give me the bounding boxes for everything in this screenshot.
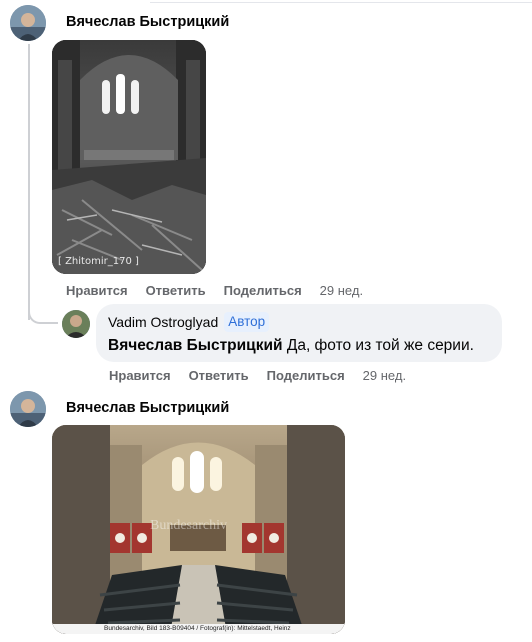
reply-connector [28, 298, 58, 324]
timestamp[interactable]: 29 нед. [363, 368, 406, 383]
comment-photo[interactable]: Bundesarchiv Bundesarchiv, Bild 183-B094… [52, 425, 345, 634]
author-badge: Автор [224, 312, 270, 332]
reply-actions: Нравится Ответить Поделиться 29 нед. [109, 368, 406, 383]
comment-author[interactable]: Вячеслав Быстрицкий [66, 14, 229, 30]
reply-bubble: Vadim Ostroglyad Автор Вячеслав Быстрицк… [96, 304, 502, 362]
reply-text-line: Вячеслав Быстрицкий Да, фото из той же с… [108, 337, 474, 355]
reply-text: Да, фото из той же серии. [282, 337, 474, 354]
photo-caption: Bundesarchiv, Bild 183-B09404 / Fotograf… [104, 625, 291, 632]
timestamp[interactable]: 29 нед. [320, 283, 363, 298]
photo-caption: [ Zhitomir_170 ] [58, 256, 139, 267]
top-divider [150, 2, 532, 3]
watermark: Bundesarchiv [150, 518, 227, 533]
mention-link[interactable]: Вячеслав Быстрицкий [108, 337, 283, 354]
reply-link[interactable]: Ответить [146, 283, 206, 298]
reply-link[interactable]: Ответить [189, 368, 249, 383]
avatar[interactable] [10, 5, 46, 41]
comment-author[interactable]: Вячеслав Быстрицкий [66, 400, 229, 416]
reply-avatar[interactable] [62, 310, 90, 338]
user-photo-icon [10, 5, 46, 41]
ruined-church-photo [52, 40, 206, 274]
share-link[interactable]: Поделиться [267, 368, 345, 383]
user-photo-icon [10, 391, 46, 427]
avatar[interactable] [10, 391, 46, 427]
user-photo-icon [62, 310, 90, 338]
thread-line [28, 44, 52, 320]
reply-author[interactable]: Vadim Ostroglyad [108, 314, 218, 330]
comment-actions: Нравится Ответить Поделиться 29 нед. [66, 283, 363, 298]
share-link[interactable]: Поделиться [224, 283, 302, 298]
like-link[interactable]: Нравится [66, 283, 128, 298]
comment-photo[interactable]: [ Zhitomir_170 ] [52, 40, 206, 274]
like-link[interactable]: Нравится [109, 368, 171, 383]
